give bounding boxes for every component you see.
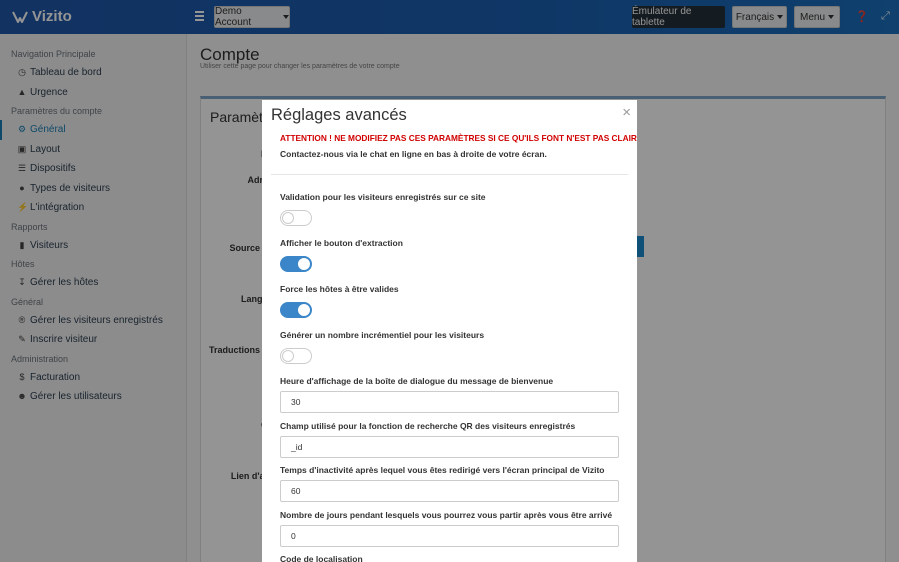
qr-search-field-input[interactable]: _id: [280, 436, 619, 458]
toggle-label-validation: Validation pour les visiteurs enregistré…: [280, 192, 486, 202]
input-label-location-code: Code de localisation: [280, 554, 363, 562]
toggle-incremental-number[interactable]: [280, 348, 312, 364]
toggle-label-incremental: Générer un nombre incrémentiel pour les …: [280, 330, 485, 340]
modal-title: Réglages avancés: [271, 106, 407, 124]
welcome-dialog-time-input[interactable]: 30: [280, 391, 619, 413]
advanced-settings-modal: Réglages avancés × ATTENTION ! NE MODIFI…: [262, 100, 637, 562]
divider: [271, 174, 628, 175]
input-label-qr-field: Champ utilisé pour la fonction de recher…: [280, 421, 576, 431]
toggle-label-extraction: Afficher le bouton d'extraction: [280, 238, 403, 248]
inactivity-time-input[interactable]: 60: [280, 480, 619, 502]
contact-text: Contactez-nous via le chat en ligne en b…: [280, 149, 547, 159]
toggle-extraction-button[interactable]: [280, 256, 312, 272]
close-icon[interactable]: ×: [622, 104, 631, 121]
input-label-welcome-time: Heure d'affichage de la boîte de dialogu…: [280, 376, 554, 386]
toggle-force-hosts[interactable]: [280, 302, 312, 318]
input-label-inactivity: Temps d'inactivité après lequel vous ête…: [280, 465, 605, 475]
input-label-days: Nombre de jours pendant lesquels vous po…: [280, 510, 613, 520]
toggle-validation[interactable]: [280, 210, 312, 226]
checkout-days-input[interactable]: 0: [280, 525, 619, 547]
warning-text: ATTENTION ! NE MODIFIEZ PAS CES PARAMÈTR…: [280, 133, 637, 143]
toggle-label-force-hosts: Force les hôtes à être valides: [280, 284, 399, 294]
